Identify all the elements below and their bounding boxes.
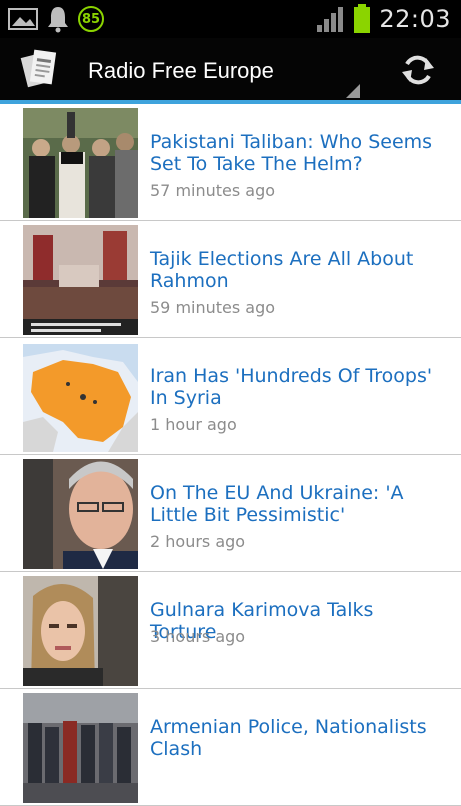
dropdown-indicator-icon[interactable] <box>346 84 360 98</box>
list-item[interactable]: Armenian Police, Nationalists Clash <box>0 689 461 806</box>
article-headline[interactable]: Tajik Elections Are All About Rahmon <box>150 248 445 292</box>
app-logo-icon[interactable] <box>20 47 62 91</box>
article-thumbnail[interactable] <box>23 108 138 218</box>
list-item[interactable]: Tajik Elections Are All About Rahmon 59 … <box>0 221 461 338</box>
list-item[interactable]: On The EU And Ukraine: 'A Little Bit Pes… <box>0 455 461 572</box>
article-list: Pakistani Taliban: Who Seems Set To Take… <box>0 104 461 806</box>
list-item[interactable]: Iran Has 'Hundreds Of Troops' In Syria 1… <box>0 338 461 455</box>
page-title[interactable]: Radio Free Europe <box>88 58 274 84</box>
list-item[interactable]: Gulnara Karimova Talks Torture 3 hours a… <box>0 572 461 689</box>
article-thumbnail[interactable] <box>23 693 138 803</box>
article-headline[interactable]: Armenian Police, Nationalists Clash <box>150 716 445 760</box>
refresh-icon[interactable] <box>400 52 436 88</box>
image-icon <box>8 8 38 30</box>
article-thumbnail[interactable] <box>23 576 138 686</box>
article-thumbnail[interactable] <box>23 225 138 335</box>
article-timestamp: 59 minutes ago <box>150 298 276 317</box>
clock: 22:03 <box>379 5 451 33</box>
article-headline[interactable]: Pakistani Taliban: Who Seems Set To Take… <box>150 131 445 175</box>
list-item[interactable]: Pakistani Taliban: Who Seems Set To Take… <box>0 104 461 221</box>
article-headline[interactable]: On The EU And Ukraine: 'A Little Bit Pes… <box>150 482 445 526</box>
action-bar: Radio Free Europe <box>0 38 461 100</box>
article-headline[interactable]: Iran Has 'Hundreds Of Troops' In Syria <box>150 365 445 409</box>
article-timestamp: 57 minutes ago <box>150 181 276 200</box>
article-timestamp: 3 hours ago <box>150 627 246 646</box>
article-timestamp: 1 hour ago <box>150 415 237 434</box>
status-bar: 85 22:03 <box>0 0 461 38</box>
bell-icon <box>48 7 68 33</box>
article-thumbnail[interactable] <box>23 342 138 452</box>
article-timestamp: 2 hours ago <box>150 532 246 551</box>
notification-count-badge: 85 <box>78 6 104 32</box>
battery-icon <box>354 4 371 33</box>
article-thumbnail[interactable] <box>23 459 138 569</box>
signal-icon <box>317 7 344 32</box>
